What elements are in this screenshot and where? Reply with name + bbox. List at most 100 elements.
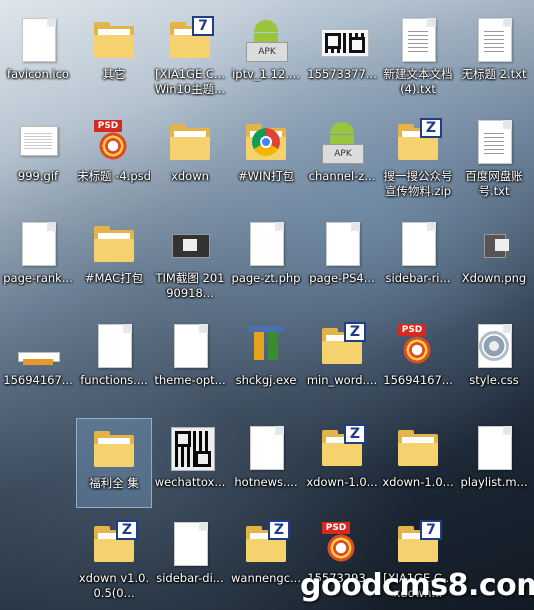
item-label: 搜一搜公众号 宣传物料.zip (383, 169, 453, 198)
desktop-item-iptv[interactable]: APK iptv_1.12.... (228, 10, 304, 106)
item-label: shckgj.exe (235, 373, 297, 387)
document-icon (394, 220, 442, 268)
item-label: 其它 (102, 67, 126, 81)
desktop-item-shckgj-exe[interactable]: shckgj.exe (228, 316, 304, 412)
item-label: hotnews.... (234, 475, 298, 489)
desktop-item-15573377[interactable]: 15573377... (304, 10, 380, 106)
apk-icon: APK (318, 118, 366, 166)
item-label: style.css (469, 373, 519, 387)
item-label: playlist.m... (460, 475, 528, 489)
qr-image-icon (318, 16, 369, 64)
item-label: #MAC打包 (84, 271, 144, 285)
item-label: functions.... (80, 373, 148, 387)
item-label: [XIA1GE.C... Win10主题... (154, 67, 226, 96)
text-file-icon (394, 16, 442, 64)
desktop-item-min-word[interactable]: Z min_word.... (304, 316, 380, 412)
item-label: Xdown.png (461, 271, 527, 285)
desktop-item-baidu-account[interactable]: 百度网盘账 号.txt (456, 112, 532, 208)
banner-image-icon (14, 322, 62, 370)
desktop-item-xdown-folder[interactable]: xdown (152, 112, 228, 208)
psd-icon: PSD (318, 520, 366, 568)
desktop-item-style-css[interactable]: style.css (456, 316, 532, 412)
item-label: min_word.... (306, 373, 378, 387)
qr-image-icon (166, 424, 215, 472)
item-label: theme-opt... (154, 373, 226, 387)
item-label: 福利全 集 (89, 476, 139, 490)
desktop-item-15694167-img[interactable]: 15694167... (0, 316, 76, 412)
desktop-item-qita[interactable]: 其它 (76, 10, 152, 106)
desktop-item-page-ps4[interactable]: page-PS4... (304, 214, 380, 310)
desktop-item-xdown-1-0-folder[interactable]: xdown-1.0... (380, 418, 456, 514)
item-label: page-zt.php (231, 271, 301, 285)
desktop-item-xdown-1-0-zip[interactable]: Z xdown-1.0... (304, 418, 380, 514)
item-label: favicon.ico (7, 67, 69, 81)
item-label: 新建文本文档 (4).txt (383, 67, 453, 96)
desktop-item-xdown-png[interactable]: Xdown.png (456, 214, 532, 310)
desktop-item-page-rank[interactable]: page-rank... (0, 214, 76, 310)
psd-icon: PSD (90, 118, 138, 166)
desktop-item-15694167-psd[interactable]: PSD 15694167... (380, 316, 456, 412)
item-label: 百度网盘账 号.txt (465, 169, 523, 198)
folder-icon (90, 425, 138, 473)
folder-chrome-icon (242, 118, 290, 166)
desktop-item-functions[interactable]: functions.... (76, 316, 152, 412)
desktop-item-fuli-quanji[interactable]: 福利全 集 (76, 418, 152, 508)
desktop-item-page-zt[interactable]: page-zt.php (228, 214, 304, 310)
desktop-item-win-pack[interactable]: #WIN打包 (228, 112, 304, 208)
item-label: xdown (171, 169, 209, 183)
desktop-item-untitled-2[interactable]: 无标题 2.txt (456, 10, 532, 106)
desktop-item-tim-screenshot[interactable]: TIM截图 20190918... (152, 214, 228, 310)
desktop-item-wechattox[interactable]: wechattox... (152, 418, 228, 514)
folder-7zip-icon: 7 (166, 16, 214, 64)
desktop-item-mac-pack[interactable]: #MAC打包 (76, 214, 152, 310)
text-file-icon (470, 118, 518, 166)
desktop-item-channel-z[interactable]: APK channel-z... (304, 112, 380, 208)
desktop-item-favicon[interactable]: favicon.ico (0, 10, 76, 106)
gif-image-icon (14, 118, 62, 166)
desktop-item-sidebar-di[interactable]: sidebar-di... (152, 514, 228, 610)
png-image-icon (470, 220, 518, 268)
folder-icon (90, 220, 138, 268)
item-label: TIM截图 20190918... (155, 271, 225, 300)
film-icon (166, 220, 214, 268)
item-label: 15573377... (307, 67, 377, 81)
desktop-item-playlist[interactable]: playlist.m... (456, 418, 532, 514)
document-icon (242, 424, 290, 472)
document-icon (14, 220, 62, 268)
zip-folder-icon: Z (394, 118, 442, 166)
item-label: xdown-1.0... (306, 475, 378, 489)
desktop[interactable]: favicon.ico 其它 7 [XIA1GE.C... Win10主题...… (0, 0, 534, 610)
item-label: sidebar-ri... (385, 271, 451, 285)
desktop-item-hotnews[interactable]: hotnews.... (228, 418, 304, 514)
desktop-item-sidebar-ri[interactable]: sidebar-ri... (380, 214, 456, 310)
desktop-item-new-text-4[interactable]: 新建文本文档 (4).txt (380, 10, 456, 106)
desktop-item-xdown-v1005[interactable]: Z xdown v1.0.0.5(0... (76, 514, 152, 610)
psd-icon: PSD (394, 322, 442, 370)
desktop-item-xia1ge-win10[interactable]: 7 [XIA1GE.C... Win10主题... (152, 10, 228, 106)
desktop-item-theme-opt[interactable]: theme-opt... (152, 316, 228, 412)
item-label: 无标题 2.txt (461, 67, 527, 81)
item-label: iptv_1.12.... (232, 67, 300, 81)
item-label: channel-z... (308, 169, 376, 183)
zip-folder-icon: Z (318, 322, 366, 370)
folder-icon (394, 424, 442, 472)
document-icon (14, 16, 62, 64)
document-icon (242, 220, 290, 268)
apk-icon: APK (242, 16, 290, 64)
item-label: 15694167... (3, 373, 73, 387)
zip-folder-icon: Z (242, 520, 290, 568)
item-label: 15694167... (383, 373, 453, 387)
item-label: 未标题 -4.psd (77, 169, 151, 183)
item-label: #WIN打包 (237, 169, 294, 183)
document-icon (318, 220, 366, 268)
text-file-icon (470, 16, 518, 64)
desktop-item-999-gif[interactable]: 999.gif (0, 112, 76, 208)
watermark: goodcms8.com (300, 568, 534, 603)
desktop-item-sousou-zip[interactable]: Z 搜一搜公众号 宣传物料.zip (380, 112, 456, 208)
desktop-item-untitled-4-psd[interactable]: PSD 未标题 -4.psd (76, 112, 152, 208)
document-icon (166, 322, 214, 370)
gear-document-icon (470, 322, 518, 370)
document-icon (90, 322, 138, 370)
desktop-item-wannengc[interactable]: Z wannengc... (228, 514, 304, 610)
zip-folder-icon: Z (90, 520, 138, 568)
